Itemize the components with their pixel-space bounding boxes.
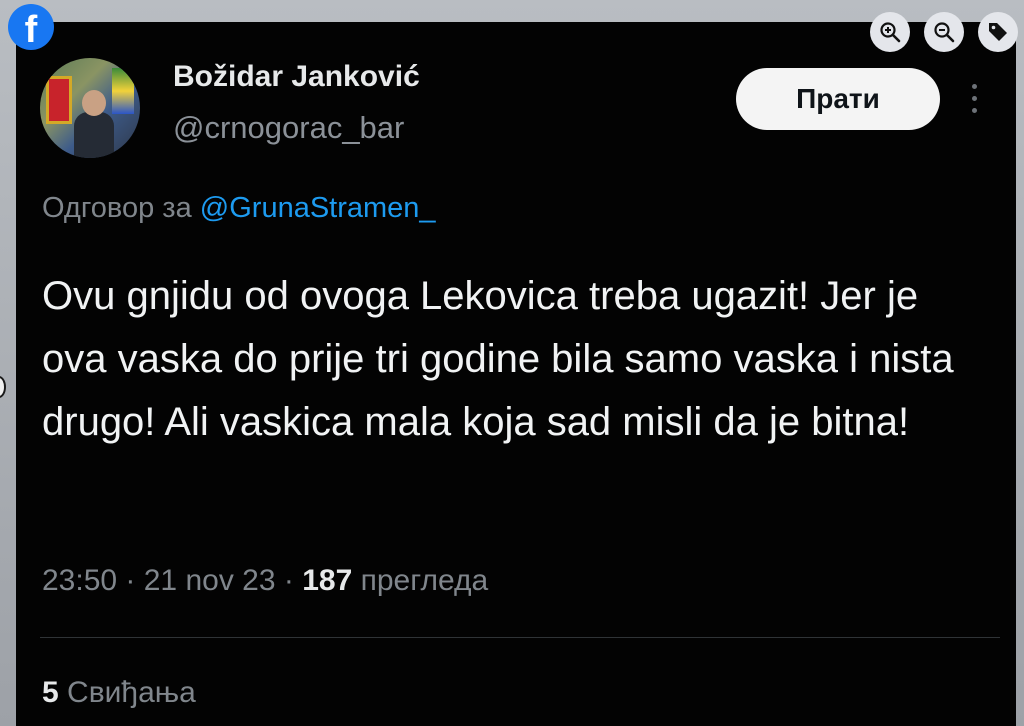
image-viewer: Božidar Janković @crnogorac_bar Прати Од…: [0, 0, 1024, 726]
tag-icon[interactable]: [978, 12, 1018, 52]
reply-prefix: Одговор за: [42, 192, 192, 224]
author-handle[interactable]: @crnogorac_bar: [173, 110, 404, 146]
tweet-meta: 23:50 · 21 nov 23 · 187 прегледа: [42, 564, 488, 598]
likes-count: 5: [42, 676, 59, 709]
likes-stat[interactable]: 5 Свиђања: [42, 676, 196, 710]
likes-label: Свиђања: [67, 676, 196, 709]
tweet-card: Božidar Janković @crnogorac_bar Прати Од…: [16, 22, 1016, 726]
flag-graphic: [46, 76, 72, 124]
divider: [40, 637, 1000, 638]
person-graphic: [74, 90, 114, 158]
views-label: прегледа: [360, 564, 489, 597]
views-count: 187: [302, 564, 353, 597]
scroll-handle[interactable]: [0, 376, 6, 398]
tweet-date[interactable]: 21 nov 23: [144, 564, 276, 597]
reply-context: Одговор за @GrunaStramen_: [42, 192, 436, 225]
zoom-out-icon[interactable]: [924, 12, 964, 52]
separator: ·: [283, 564, 303, 597]
tweet-time[interactable]: 23:50: [42, 564, 117, 597]
flag-graphic: [112, 68, 134, 114]
follow-button[interactable]: Прати: [736, 68, 940, 130]
author-name[interactable]: Božidar Janković: [173, 60, 420, 94]
separator: ·: [125, 564, 144, 597]
avatar[interactable]: [40, 58, 140, 158]
zoom-in-icon[interactable]: [870, 12, 910, 52]
tweet-text: Ovu gnjidu od ovoga Lekovica treba ugazi…: [42, 274, 954, 444]
reply-mention-link[interactable]: @GrunaStramen_: [200, 192, 436, 224]
viewer-toolbar: [870, 12, 1018, 52]
more-options-icon[interactable]: [972, 84, 980, 116]
facebook-logo-icon[interactable]: f: [8, 4, 54, 50]
